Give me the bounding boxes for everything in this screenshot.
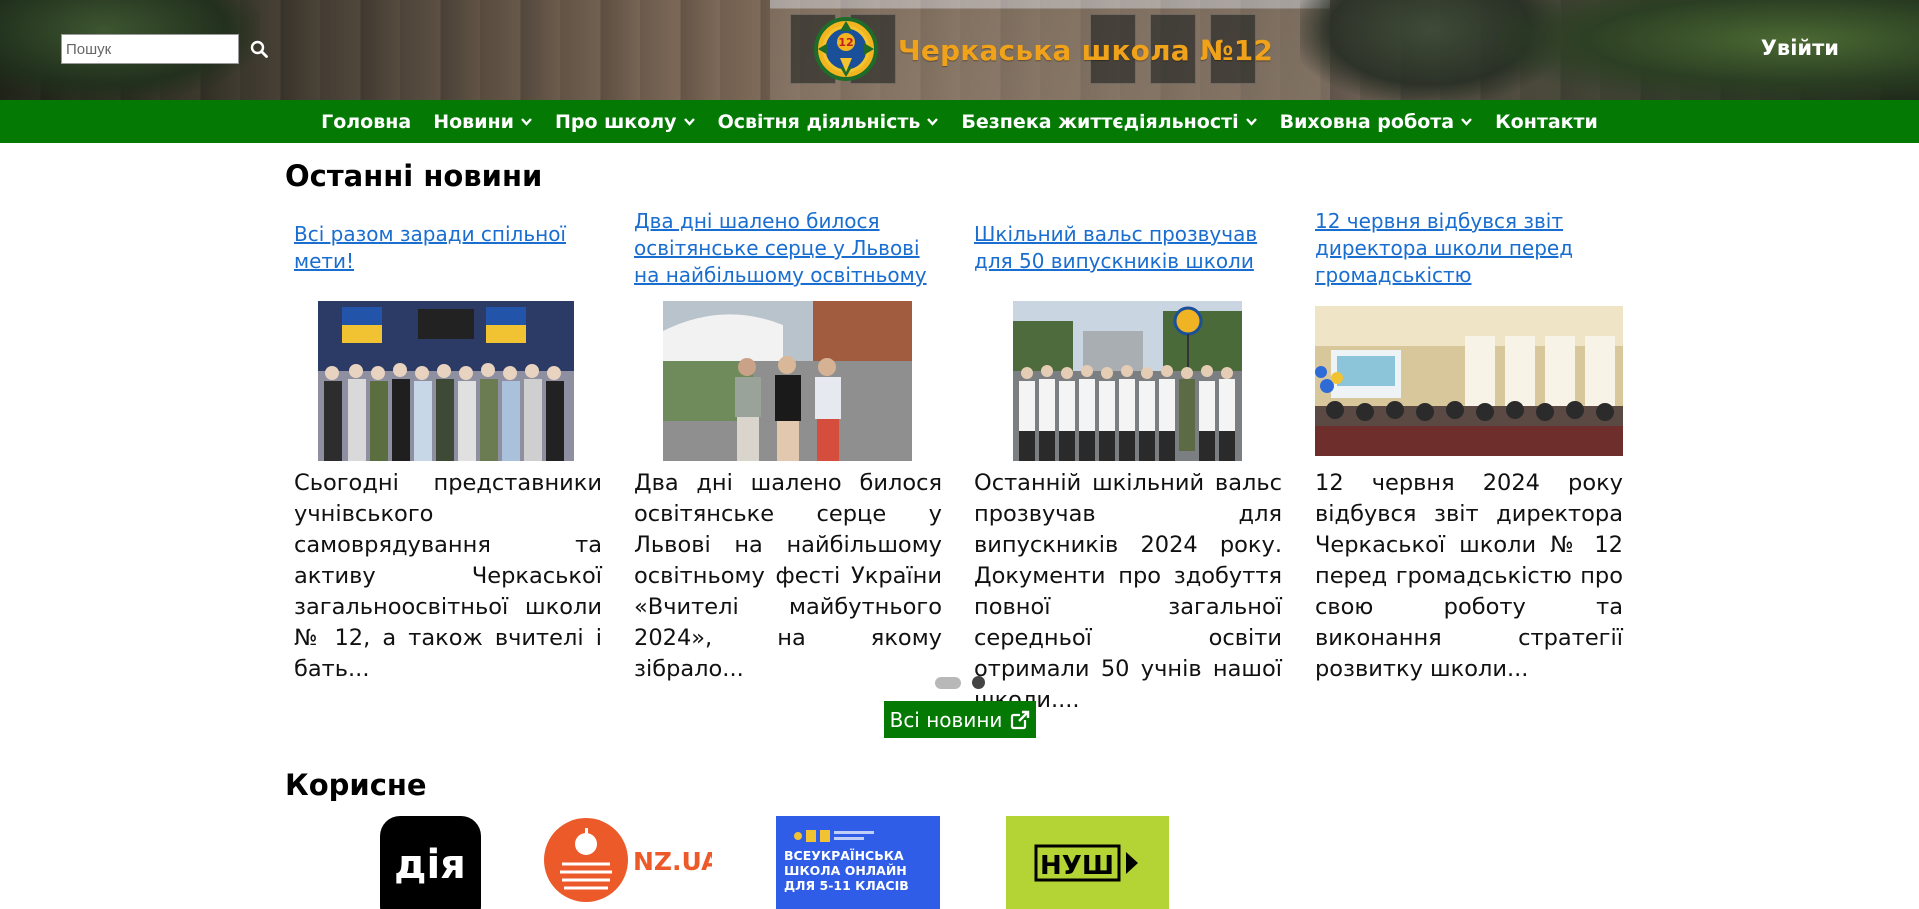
useful-tile-nz-ua[interactable]: NZ.UA [544, 816, 712, 909]
nav-item-label: Виховна робота [1279, 110, 1455, 133]
svg-text:NZ.UA: NZ.UA [633, 847, 712, 876]
news-title-link[interactable]: 12 червня відбувся звіт директора школи … [1315, 208, 1623, 289]
nav-item-upbringing[interactable]: Виховна робота [1269, 111, 1485, 133]
online-school-text: ВСЕУКРАЇНСЬКА ШКОЛА ОНЛАЙН ДЛЯ 5-11 КЛАС… [784, 848, 909, 893]
news-excerpt: Сьогодні представники учнівського самовр… [294, 470, 602, 682]
useful-tile-nush[interactable]: НУШ [1006, 816, 1169, 909]
site-title: Черкаська школа №12 [898, 33, 1274, 67]
news-excerpt: Два дні шалено билося освітянське серце … [634, 470, 942, 682]
news-title-link[interactable]: Всі разом заради спільної мети! [294, 208, 602, 289]
nav-item-label: Про школу [554, 110, 677, 133]
brand[interactable]: 12 Черкаська школа №12 [812, 14, 1273, 86]
external-link-icon [1011, 710, 1030, 729]
chevron-down-icon [683, 118, 695, 126]
useful-links: дія NZ.UA ВСЕУКРАЇНСЬКА ШКОЛА ОНЛАЙН ДЛЯ… [0, 816, 1919, 909]
news-title-link[interactable]: Два дні шалено билося освітянське серце … [634, 208, 942, 289]
news-excerpt: 12 червня 2024 року відбувся звіт директ… [1315, 470, 1623, 682]
chevron-down-icon [1461, 118, 1473, 126]
nav-item-home[interactable]: Головна [310, 111, 422, 133]
nav-item-label: Новини [433, 110, 514, 133]
main-navigation: Головна Новини Про школу Освітня діяльні… [0, 100, 1919, 143]
news-card: Шкільний вальс прозвучав для 50 випускни… [974, 208, 1282, 713]
news-image[interactable] [318, 301, 574, 461]
useful-tile-online-school[interactable]: ВСЕУКРАЇНСЬКА ШКОЛА ОНЛАЙН ДЛЯ 5-11 КЛАС… [776, 816, 940, 909]
nav-item-label: Контакти [1495, 110, 1598, 133]
news-image[interactable] [1315, 306, 1623, 456]
carousel-dot[interactable] [972, 676, 985, 689]
carousel-dot-active[interactable] [935, 676, 961, 689]
news-title-link[interactable]: Шкільний вальс прозвучав для 50 випускни… [974, 208, 1282, 289]
news-carousel: Всі разом заради спільної мети! Сьогодні… [285, 208, 1625, 713]
svg-text:дія: дія [394, 842, 466, 888]
login-link[interactable]: Увійти [1761, 36, 1839, 60]
nav-item-label: Безпека життєдіяльності [961, 110, 1239, 133]
news-image[interactable] [1013, 301, 1242, 461]
nav-item-about[interactable]: Про школу [544, 111, 707, 133]
nav-item-contacts[interactable]: Контакти [1484, 111, 1609, 133]
search-icon[interactable] [245, 35, 273, 63]
nav-item-label: Освітня діяльність [717, 110, 921, 133]
chevron-down-icon [927, 118, 939, 126]
all-news-button[interactable]: Всі новини [884, 701, 1036, 738]
useful-heading: Корисне [285, 768, 427, 802]
school-emblem-logo: 12 [814, 17, 878, 81]
news-excerpt: Останній шкільний вальс прозвучав для ви… [974, 470, 1282, 713]
site-header: 12 Черкаська школа №12 Увійти [0, 0, 1919, 100]
nav-item-label: Головна [321, 110, 412, 133]
useful-tile-diia[interactable]: дія [380, 816, 481, 909]
nav-item-safety[interactable]: Безпека життєдіяльності [950, 111, 1268, 133]
svg-text:12: 12 [838, 36, 853, 49]
nav-item-education[interactable]: Освітня діяльність [707, 111, 951, 133]
chevron-down-icon [1245, 118, 1257, 126]
news-card: Всі разом заради спільної мети! Сьогодні… [294, 208, 602, 682]
nav-item-news[interactable]: Новини [422, 111, 544, 133]
news-card: Два дні шалено билося освітянське серце … [634, 208, 942, 682]
latest-news-heading: Останні новини [285, 159, 543, 193]
svg-text:НУШ: НУШ [1040, 851, 1114, 881]
chevron-down-icon [521, 118, 532, 126]
news-image[interactable] [663, 301, 912, 461]
search-input[interactable] [61, 34, 239, 64]
search-form [61, 34, 273, 64]
news-card: 12 червня відбувся звіт директора школи … [1315, 208, 1623, 682]
header-background-trees [1499, 0, 1919, 100]
carousel-pagination [935, 676, 985, 689]
all-news-label: Всі новини [889, 707, 1003, 732]
